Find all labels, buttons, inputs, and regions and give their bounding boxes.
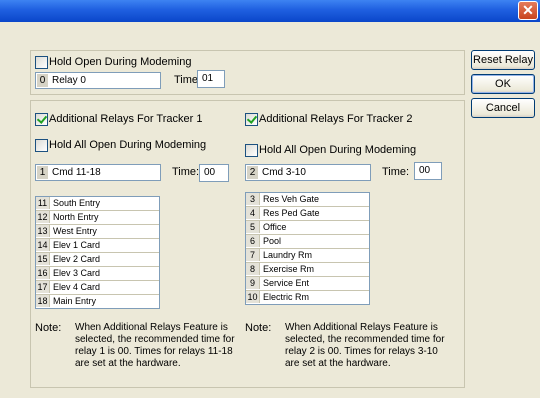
relay-name: North Entry xyxy=(53,212,99,222)
list-item: 4 Res Ped Gate xyxy=(246,207,369,221)
relay-number: 1 xyxy=(37,166,48,179)
title-bar: ✕ xyxy=(0,0,540,22)
relay-number: 2 xyxy=(247,166,258,179)
list-item: 16 Elev 3 Card xyxy=(36,267,159,281)
relay-number: 6 xyxy=(246,235,260,247)
relay-number: 0 xyxy=(37,74,48,87)
relay-number: 5 xyxy=(246,221,260,233)
relay-number: 16 xyxy=(36,267,50,279)
relay-name: Cmd 11-18 xyxy=(52,167,101,178)
tracker2-relay-list: 3 Res Veh Gate 4 Res Ped Gate 5 Office 6 Pool 7 L… xyxy=(245,192,370,305)
list-item: 14 Elev 1 Card xyxy=(36,239,159,253)
relay-number: 10 xyxy=(246,291,260,303)
tracker1-note-label: Note: xyxy=(35,322,62,334)
relay-name: Cmd 3-10 xyxy=(262,167,306,178)
list-item: 8 Exercise Rm xyxy=(246,263,369,277)
relay-name: Service Ent xyxy=(263,278,310,288)
relay-name: Office xyxy=(263,222,287,232)
tracker2-hold-all-label: Hold All Open During Modeming xyxy=(259,144,417,156)
tracker2-time-input[interactable]: 00 xyxy=(414,162,442,180)
relay-name: Res Ped Gate xyxy=(263,208,320,218)
hold-open-checkbox[interactable] xyxy=(35,56,48,69)
reset-relay-button[interactable]: Reset Relay xyxy=(471,50,535,70)
tracker2-additional-checkbox[interactable] xyxy=(245,113,258,126)
relay-name: West Entry xyxy=(53,226,97,236)
list-item: 9 Service Ent xyxy=(246,277,369,291)
relay-number: 8 xyxy=(246,263,260,275)
list-item: 18 Main Entry xyxy=(36,295,159,308)
list-item: 11 South Entry xyxy=(36,197,159,211)
list-item: 5 Office xyxy=(246,221,369,235)
relay-name: Exercise Rm xyxy=(263,264,315,274)
relay-number: 9 xyxy=(246,277,260,289)
relay-name: Res Veh Gate xyxy=(263,194,320,204)
relay-number: 4 xyxy=(246,207,260,219)
list-item: 17 Elev 4 Card xyxy=(36,281,159,295)
close-icon[interactable]: ✕ xyxy=(518,1,538,20)
tracker1-time-label: Time: xyxy=(172,166,200,178)
relay-name: Electric Rm xyxy=(263,292,310,302)
list-item: 6 Pool xyxy=(246,235,369,249)
list-item: 7 Laundry Rm xyxy=(246,249,369,263)
list-item: 12 North Entry xyxy=(36,211,159,225)
relay-name: Elev 1 Card xyxy=(53,240,101,250)
relay-number: 13 xyxy=(36,225,50,237)
tracker1-additional-checkbox[interactable] xyxy=(35,113,48,126)
list-item: 3 Res Veh Gate xyxy=(246,193,369,207)
relay-name: Relay 0 xyxy=(52,75,86,86)
relay-number: 15 xyxy=(36,253,50,265)
relay0-name-box: 0 Relay 0 xyxy=(35,72,161,89)
tracker2-relay-box: 2 Cmd 3-10 xyxy=(245,164,371,181)
tracker1-relay-list: 11 South Entry 12 North Entry 13 West Entry 14… xyxy=(35,196,160,309)
relay-number: 17 xyxy=(36,281,50,293)
tracker2-note-label: Note: xyxy=(245,322,272,334)
tracker1-hold-all-checkbox[interactable] xyxy=(35,139,48,152)
tracker2-time-label: Time: xyxy=(382,166,410,178)
hold-open-label: Hold Open During Modeming xyxy=(49,56,192,68)
relay-name: Main Entry xyxy=(53,296,97,306)
relay-number: 7 xyxy=(246,249,260,261)
tracker2-hold-all-checkbox[interactable] xyxy=(245,144,258,157)
relay-number: 12 xyxy=(36,211,50,223)
relay0-time-input[interactable]: 01 xyxy=(197,70,225,88)
tracker2-note-text: When Additional Relays Feature is select… xyxy=(285,322,445,369)
relay-name: Elev 2 Card xyxy=(53,254,101,264)
tracker1-additional-label: Additional Relays For Tracker 1 xyxy=(49,113,203,125)
list-item: 15 Elev 2 Card xyxy=(36,253,159,267)
tracker1-note-text: When Additional Relays Feature is select… xyxy=(75,322,235,369)
tracker2-additional-label: Additional Relays For Tracker 2 xyxy=(259,113,413,125)
tracker1-relay-box: 1 Cmd 11-18 xyxy=(35,164,161,181)
relay-name: Elev 4 Card xyxy=(53,282,101,292)
relay-name: South Entry xyxy=(53,198,101,208)
list-item: 13 West Entry xyxy=(36,225,159,239)
relay-number: 18 xyxy=(36,295,50,307)
relay-number: 11 xyxy=(36,197,50,209)
cancel-button[interactable]: Cancel xyxy=(471,98,535,118)
relay-number: 3 xyxy=(246,193,260,205)
relay-name: Elev 3 Card xyxy=(53,268,101,278)
tracker1-time-input[interactable]: 00 xyxy=(199,164,229,182)
list-item: 10 Electric Rm xyxy=(246,291,369,304)
relay-name: Pool xyxy=(263,236,282,246)
relay-number: 14 xyxy=(36,239,50,251)
relay-name: Laundry Rm xyxy=(263,250,313,260)
ok-button[interactable]: OK xyxy=(471,74,535,94)
tracker1-hold-all-label: Hold All Open During Modeming xyxy=(49,139,207,151)
